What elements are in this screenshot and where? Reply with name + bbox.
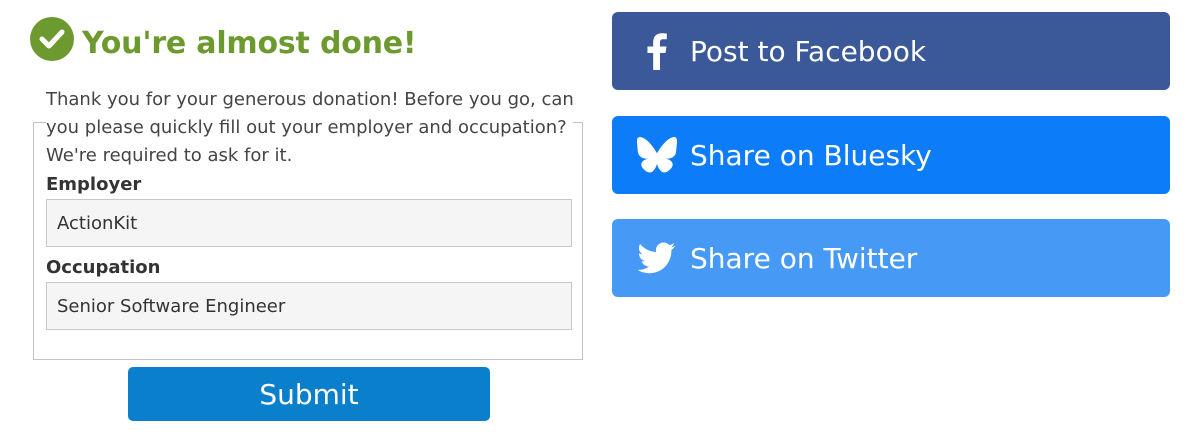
page-title: You're almost done! bbox=[82, 25, 417, 61]
intro-line: We're required to ask for it. bbox=[46, 145, 293, 166]
facebook-icon bbox=[636, 30, 678, 72]
twitter-bird-icon bbox=[636, 237, 678, 279]
occupation-label: Occupation bbox=[46, 257, 161, 278]
intro-line: you please quickly fill out your employe… bbox=[46, 114, 573, 142]
intro-text: Thank you for your generous donation! Be… bbox=[46, 86, 586, 170]
employer-field[interactable] bbox=[46, 199, 572, 247]
occupation-field[interactable] bbox=[46, 282, 572, 330]
post-to-facebook-button[interactable]: Post to Facebook bbox=[612, 12, 1170, 90]
bluesky-butterfly-icon bbox=[636, 134, 678, 176]
confirmation-heading: You're almost done! bbox=[30, 14, 590, 64]
facebook-button-label: Post to Facebook bbox=[690, 34, 927, 68]
share-on-bluesky-button[interactable]: Share on Bluesky bbox=[612, 116, 1170, 194]
confirmation-panel: You're almost done! Thank you for your g… bbox=[30, 14, 590, 421]
bluesky-button-label: Share on Bluesky bbox=[690, 138, 932, 172]
submit-button[interactable]: Submit bbox=[128, 367, 490, 421]
intro-line: Thank you for your generous donation! Be… bbox=[46, 89, 574, 110]
twitter-button-label: Share on Twitter bbox=[690, 241, 918, 275]
checkmark-icon bbox=[30, 17, 74, 61]
share-on-twitter-button[interactable]: Share on Twitter bbox=[612, 219, 1170, 297]
employer-label: Employer bbox=[46, 174, 142, 195]
